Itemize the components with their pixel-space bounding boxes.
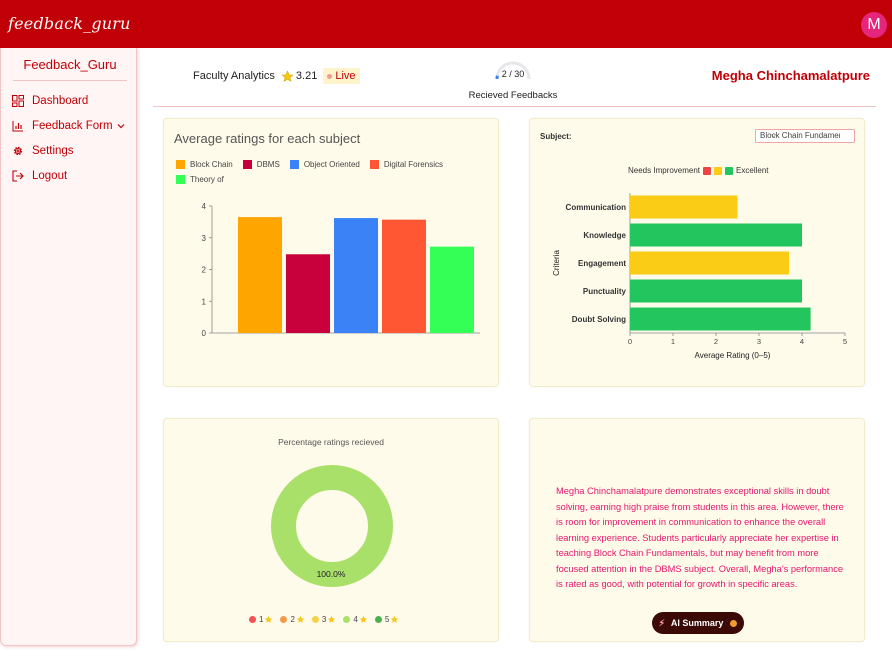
subject-ratings-card: Average ratings for each subject Block C… bbox=[163, 118, 499, 387]
legend-dot bbox=[280, 616, 288, 623]
faculty-analytics-header: Faculty Analytics 3.21 Live bbox=[193, 67, 360, 85]
bar-chart-icon bbox=[12, 121, 23, 132]
star-icon bbox=[296, 615, 305, 623]
teacher-name: Megha Chinchamalatpure bbox=[711, 68, 870, 83]
y-axis-label: Criteria bbox=[552, 250, 561, 276]
dashboard-grid-icon bbox=[12, 95, 24, 107]
legend-label: 3 bbox=[321, 615, 327, 624]
bar[interactable] bbox=[630, 195, 738, 219]
bar[interactable] bbox=[430, 246, 474, 333]
bar[interactable] bbox=[238, 217, 282, 333]
sidebar-item-logout[interactable]: Logout bbox=[12, 167, 67, 185]
bar[interactable] bbox=[630, 307, 811, 331]
header-divider bbox=[153, 106, 876, 107]
legend-label: 1 bbox=[259, 615, 264, 624]
legend-dot bbox=[311, 616, 319, 623]
y-tick-label: 1 bbox=[202, 297, 207, 306]
star-icon bbox=[391, 615, 399, 623]
live-label: Live bbox=[335, 70, 356, 82]
legend-item[interactable]: 5 bbox=[374, 615, 399, 624]
bar[interactable] bbox=[286, 254, 330, 333]
sidebar-item-label: Logout bbox=[32, 170, 68, 182]
y-tick-label: 2 bbox=[202, 266, 207, 275]
criteria-bar-chart: 0 1 2 3 4 5 Communication Knowledge Engagement Pu… bbox=[552, 193, 847, 360]
sidebar-item-settings[interactable]: Settings bbox=[12, 142, 74, 160]
y-tick-label: 0 bbox=[202, 329, 207, 338]
x-tick-label: 2 bbox=[714, 337, 718, 346]
legend-item[interactable]: 2 bbox=[280, 615, 305, 624]
logout-icon bbox=[12, 170, 24, 182]
live-badge: Live bbox=[323, 68, 360, 84]
app-logo[interactable]: feedback_guru bbox=[8, 14, 131, 33]
live-dot-icon bbox=[327, 73, 333, 79]
y-tick-label: 4 bbox=[202, 202, 207, 211]
y-tick-label: 3 bbox=[202, 234, 207, 243]
status-dot-icon bbox=[730, 619, 738, 627]
rating-distribution-card: Percentage ratings recieved 100.0% 12345 bbox=[163, 418, 499, 642]
x-tick-label: 1 bbox=[671, 337, 675, 346]
bar[interactable] bbox=[334, 218, 378, 333]
x-tick-label: 3 bbox=[757, 337, 761, 346]
x-tick-label: 5 bbox=[843, 337, 847, 346]
y-tick-label: Punctuality bbox=[583, 287, 627, 296]
y-tick-label: Engagement bbox=[578, 259, 626, 268]
overall-rating: 3.21 bbox=[295, 70, 318, 82]
sidebar-item-label: Settings bbox=[32, 145, 74, 157]
bar[interactable] bbox=[382, 219, 426, 333]
y-tick-label: Doubt Solving bbox=[572, 315, 626, 324]
legend-dot bbox=[249, 616, 256, 623]
sidebar-item-label: Dashboard bbox=[32, 95, 89, 107]
sidebar-item-label: Feedback Form bbox=[32, 120, 113, 132]
sidebar-item-dashboard[interactable]: Dashboard bbox=[12, 92, 88, 110]
x-tick-label: 0 bbox=[628, 337, 632, 346]
legend-item[interactable]: 4 bbox=[343, 615, 368, 624]
star-icon bbox=[328, 615, 336, 623]
sidebar-title: Feedback_Guru bbox=[13, 57, 127, 81]
donut-slice[interactable] bbox=[271, 465, 393, 587]
legend-dot bbox=[374, 616, 382, 623]
bar[interactable] bbox=[630, 223, 802, 247]
donut-percentage-label: 100.0% bbox=[316, 569, 346, 579]
subject-bar-chart: 0 1 2 3 4 bbox=[202, 202, 480, 338]
legend-label: 2 bbox=[290, 615, 295, 624]
legend-item[interactable]: 1 bbox=[249, 615, 273, 624]
top-bar: feedback_guru M bbox=[0, 0, 892, 48]
ai-summary-text: Megha Chinchamalatpure demonstrates exce… bbox=[556, 486, 844, 589]
bar[interactable] bbox=[630, 251, 790, 275]
legend-label: 5 bbox=[384, 615, 390, 624]
lightning-icon: ⚡︎ bbox=[658, 617, 665, 628]
feedback-label: Recieved Feedbacks bbox=[468, 90, 558, 101]
bar[interactable] bbox=[630, 279, 802, 303]
y-tick-label: Knowledge bbox=[583, 231, 626, 240]
chevron-down-icon[interactable] bbox=[117, 122, 125, 130]
rating-donut-chart bbox=[271, 465, 393, 587]
star-icon bbox=[265, 615, 273, 623]
gear-icon bbox=[13, 146, 23, 156]
star-icon bbox=[281, 69, 294, 82]
feedback-count: 2 / 30 bbox=[501, 69, 525, 79]
sidebar: Feedback_Guru Dashboard Feedback Form Se… bbox=[0, 48, 137, 646]
ai-summary-button[interactable]: ⚡︎ AI Summary bbox=[652, 612, 744, 634]
y-tick-label: Communication bbox=[566, 203, 627, 212]
ai-summary-button-label: AI Summary bbox=[670, 618, 724, 628]
legend-dot bbox=[343, 616, 351, 623]
star-icon bbox=[359, 615, 368, 623]
user-avatar[interactable]: M bbox=[861, 12, 887, 38]
legend-item[interactable]: 3 bbox=[311, 615, 336, 624]
x-axis-label: Average Rating (0–5) bbox=[695, 351, 771, 360]
criteria-ratings-card: Subject: Block Chain Fundamentals ⌵ Need… bbox=[529, 118, 865, 387]
legend-label: 4 bbox=[353, 615, 358, 624]
page-title: Faculty Analytics bbox=[193, 70, 275, 82]
donut-legend: 1 2 3 4 5 bbox=[249, 615, 406, 624]
x-tick-label: 4 bbox=[800, 337, 804, 346]
ai-summary-card: Megha Chinchamalatpure demonstrates exce… bbox=[529, 418, 865, 642]
sidebar-item-feedback-form[interactable]: Feedback Form bbox=[12, 117, 125, 135]
